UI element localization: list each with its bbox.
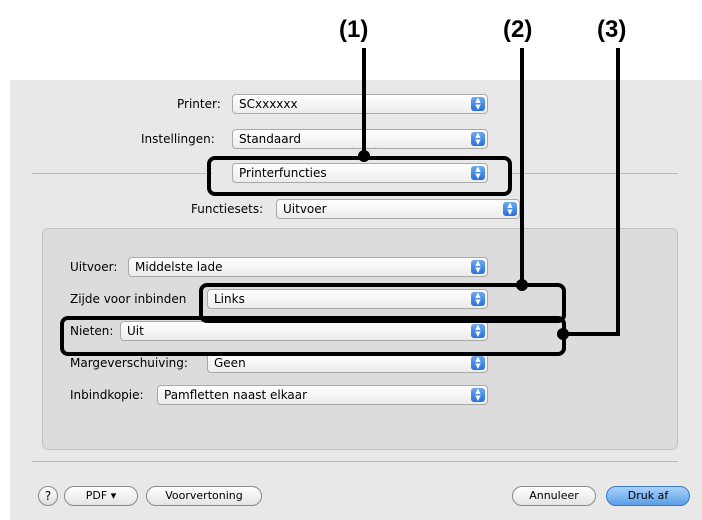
callout-leader-lines bbox=[358, 48, 620, 340]
callout-dot-2 bbox=[516, 279, 528, 291]
callout-dot-3 bbox=[557, 328, 569, 340]
leader-line-3 bbox=[565, 48, 620, 336]
callout-dot-1 bbox=[358, 150, 370, 162]
